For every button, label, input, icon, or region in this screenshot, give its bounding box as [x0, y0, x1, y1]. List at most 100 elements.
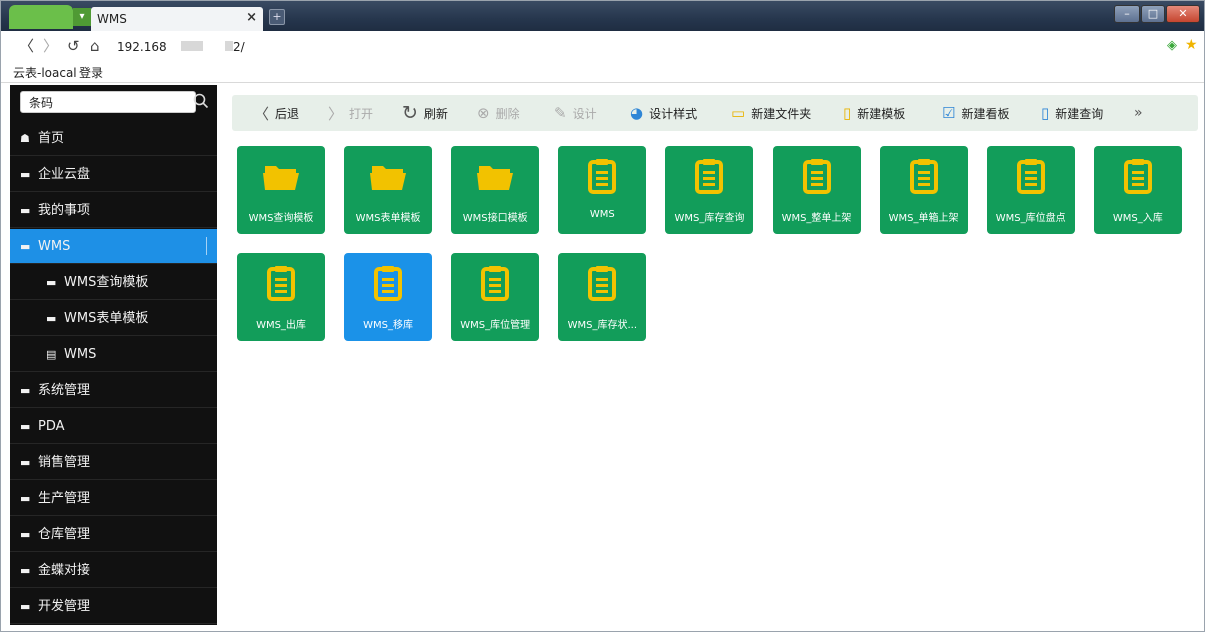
new-template-button[interactable]: ▯ 新建模板: [843, 95, 905, 131]
sidebar-item[interactable]: ▬ 生产管理: [10, 481, 217, 516]
file-tile[interactable]: WMS_库位管理: [451, 253, 540, 341]
clipboard-icon: [1011, 158, 1051, 194]
sidebar-item[interactable]: ▬ PDA: [10, 409, 217, 444]
tile-label: WMS: [589, 209, 615, 220]
sidebar-item[interactable]: ▬ 金蝶对接: [10, 553, 217, 588]
tab-title: WMS: [97, 12, 127, 26]
new-query-button[interactable]: ▯ 新建查询: [1041, 95, 1103, 131]
clipboard-icon: [797, 158, 837, 194]
folder-icon: ▬: [46, 276, 57, 289]
file-tile[interactable]: WMS表单模板: [344, 146, 433, 234]
sidebar-item-label: WMS: [64, 347, 97, 362]
sidebar: ☗ 首页 ▬ 企业云盘 ▬ 我的事项 ▬ WMS ▬ WMS查询模板 ▬ WMS表单模板 ▤ WMS ▬ 系统…: [10, 85, 217, 625]
sidebar-item[interactable]: ▬ WMS表单模板: [10, 301, 217, 336]
tile-label: WMS_单箱上架: [888, 213, 959, 224]
new-tab-button[interactable]: +: [269, 9, 285, 25]
sidebar-item[interactable]: ☗ 首页: [10, 121, 217, 156]
new-board-button[interactable]: ☑ 新建看板: [942, 95, 1009, 131]
url-redacted: [181, 41, 203, 51]
reload-icon[interactable]: ↺: [67, 39, 80, 54]
home-nav-icon[interactable]: ⌂: [90, 39, 100, 54]
search-icon[interactable]: [193, 93, 209, 109]
sidebar-item[interactable]: ▬ WMS查询模板: [10, 265, 217, 300]
tile-label: WMS_移库: [363, 320, 414, 331]
close-window-button[interactable]: ✕: [1166, 5, 1200, 23]
sidebar-item[interactable]: ▬ 开发管理: [10, 589, 217, 624]
browser-menu-dropdown-icon[interactable]: ▾: [73, 8, 91, 26]
search-box[interactable]: [20, 91, 196, 113]
url-text[interactable]: 192.168: [117, 40, 167, 54]
folder-icon: [475, 158, 515, 194]
file-tile[interactable]: WMS查询模板: [237, 146, 325, 234]
folder-icon: ▬: [20, 456, 31, 469]
file-tile[interactable]: WMS_库存查询: [665, 146, 754, 234]
sidebar-item-label: 我的事项: [38, 203, 91, 218]
url-text-tail[interactable]: 2/: [233, 40, 245, 54]
folder-icon: ▬: [20, 168, 31, 181]
clipboard-icon: [689, 158, 729, 194]
sidebar-item[interactable]: ▬ 企业云盘: [10, 157, 217, 192]
sidebar-item-label: WMS表单模板: [64, 311, 149, 326]
sidebar-item[interactable]: ▤ WMS: [10, 337, 217, 372]
folder-icon: ▬: [20, 420, 31, 433]
design-style-button[interactable]: ◕ 设计样式: [630, 95, 697, 131]
title-bar: ▾ WMS × + – □ ✕: [1, 1, 1204, 31]
folder-icon: [261, 158, 301, 194]
sidebar-item[interactable]: ▬ 仓库管理: [10, 517, 217, 552]
folder-icon: ▬: [46, 312, 57, 325]
sidebar-item[interactable]: ▬ 系统管理: [10, 373, 217, 408]
sidebar-item[interactable]: ▬ WMS: [10, 229, 217, 264]
open-button[interactable]: 〉打开: [328, 95, 373, 131]
browser-tab[interactable]: WMS ×: [91, 7, 263, 31]
file-tile[interactable]: WMS_整单上架: [772, 146, 861, 234]
delete-button[interactable]: ⊗ 删除: [477, 95, 520, 131]
active-indicator: [206, 237, 207, 255]
search-input[interactable]: [21, 92, 195, 112]
file-tile[interactable]: WMS_出库: [237, 253, 325, 341]
folder-icon: ▬: [20, 564, 31, 577]
file-tile[interactable]: WMS_库位盘点: [986, 146, 1075, 234]
file-tile[interactable]: WMS_单箱上架: [879, 146, 968, 234]
file-tile[interactable]: WMS_移库: [344, 253, 433, 341]
forward-nav-icon[interactable]: 〉: [43, 39, 58, 54]
url-redacted: [225, 41, 233, 51]
folder-open-icon: ▬: [20, 240, 31, 253]
sidebar-item-label: 生产管理: [38, 491, 91, 506]
sidebar-item-label: WMS: [38, 239, 71, 254]
new-folder-icon: ▭: [731, 104, 746, 122]
file-tile[interactable]: WMS接口模板: [451, 146, 540, 234]
tile-label: WMS_库存状...: [567, 320, 637, 331]
clipboard-icon: [368, 265, 408, 301]
refresh-button[interactable]: ↻ 刷新: [402, 95, 448, 131]
bookmarks-bar: 云表-loacal 登录: [1, 61, 1204, 83]
refresh-icon: ↻: [402, 102, 418, 124]
tab-close-icon[interactable]: ×: [246, 10, 257, 25]
extension-icon[interactable]: ◈: [1167, 39, 1181, 53]
browser-logo[interactable]: [9, 5, 73, 29]
folder-icon: ▬: [20, 528, 31, 541]
new-board-icon: ☑: [942, 104, 956, 122]
back-nav-icon[interactable]: 〈: [19, 39, 34, 54]
tile-label: WMS_入库: [1112, 213, 1163, 224]
tile-label: WMS_库位管理: [460, 320, 531, 331]
new-folder-button[interactable]: ▭ 新建文件夹: [731, 95, 811, 131]
clipboard-icon: [475, 265, 515, 301]
sidebar-item[interactable]: ▬ 我的事项: [10, 193, 217, 228]
more-button[interactable]: »: [1134, 95, 1143, 131]
clipboard-icon: ▤: [46, 348, 57, 361]
minimize-button[interactable]: –: [1114, 5, 1140, 23]
back-button[interactable]: 〈后退: [254, 95, 299, 131]
clipboard-icon: [582, 158, 622, 194]
maximize-button[interactable]: □: [1141, 5, 1165, 23]
sidebar-item[interactable]: ▬ 销售管理: [10, 445, 217, 480]
bookmark-login[interactable]: 登录: [79, 64, 103, 81]
file-tile[interactable]: WMS_入库: [1093, 146, 1182, 234]
bookmark-yunbiao[interactable]: 云表-loacal: [13, 64, 77, 81]
design-button[interactable]: ✎ 设计: [554, 95, 597, 131]
bookmark-star-icon[interactable]: ★: [1185, 38, 1198, 52]
file-tile[interactable]: WMS_库存状...: [558, 253, 647, 341]
sidebar-item-label: 金蝶对接: [38, 563, 91, 578]
chevron-right-icon: 〉: [328, 104, 344, 123]
sidebar-item-label: 仓库管理: [38, 527, 91, 542]
file-tile[interactable]: WMS: [558, 146, 647, 234]
